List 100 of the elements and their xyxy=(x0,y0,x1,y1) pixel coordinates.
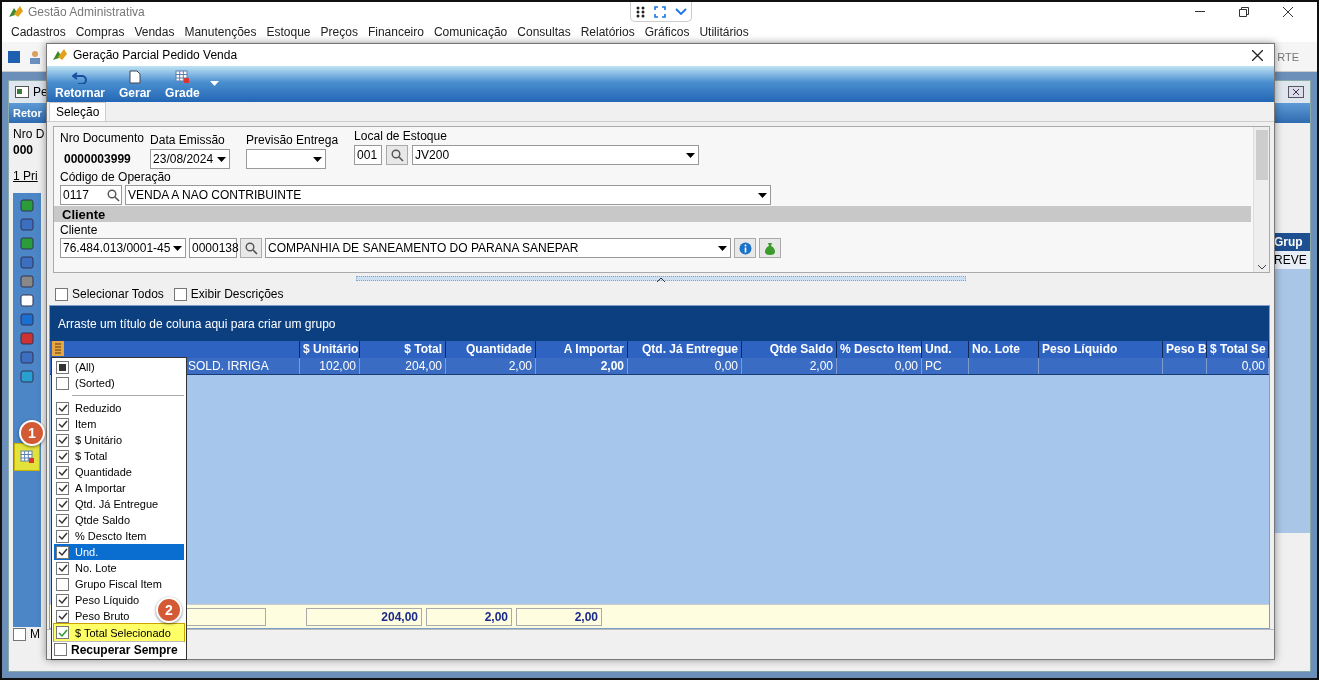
grid-icon[interactable] xyxy=(19,450,35,464)
menu-item[interactable]: % Descto Item xyxy=(54,528,151,545)
caret-up-icon[interactable] xyxy=(656,276,665,282)
checkbox[interactable] xyxy=(56,561,69,575)
checkbox-label: Recuperar Sempre xyxy=(71,642,178,657)
menu-item[interactable]: Quantidade xyxy=(54,464,136,481)
search-button[interactable] xyxy=(386,145,409,165)
menu-item[interactable]: Consultas xyxy=(512,25,576,39)
menu-item[interactable]: Peso Líquido xyxy=(54,592,144,609)
menu-item[interactable]: Qtde Saldo xyxy=(54,512,135,529)
menu-item[interactable]: (All) xyxy=(54,359,99,376)
scrollbar[interactable] xyxy=(1253,127,1269,272)
money-bag-button[interactable] xyxy=(759,238,781,258)
menu-item[interactable]: Comunicação xyxy=(428,25,513,39)
checkbox[interactable] xyxy=(56,609,69,623)
checkbox[interactable] xyxy=(55,287,68,301)
toolbar-icon[interactable] xyxy=(20,294,34,307)
people-icon[interactable] xyxy=(28,49,42,64)
menu-item[interactable]: Preços xyxy=(315,25,363,39)
checkbox[interactable] xyxy=(56,545,69,559)
tab[interactable]: 1 Pri xyxy=(13,169,38,183)
checkbox[interactable] xyxy=(56,481,69,495)
search-button[interactable] xyxy=(240,238,262,258)
close-icon[interactable] xyxy=(1288,86,1304,98)
code-field[interactable]: 0117 xyxy=(60,185,122,205)
toolbar-label[interactable]: Retor xyxy=(13,107,42,119)
table-cell: PC xyxy=(922,358,969,374)
code-field[interactable]: 0000138 xyxy=(189,238,237,258)
checkbox[interactable] xyxy=(56,376,69,390)
menu-item[interactable]: Utilitários xyxy=(694,25,754,39)
grip-icon[interactable] xyxy=(635,5,645,18)
menu-item[interactable]: (Sorted) xyxy=(54,375,119,392)
close-icon[interactable] xyxy=(1283,7,1293,17)
grid-icon[interactable] xyxy=(174,70,190,84)
document-icon xyxy=(129,70,142,84)
document-select[interactable]: 76.484.013/0001-45 xyxy=(60,238,186,258)
menu-item[interactable]: Cadastros xyxy=(6,25,71,39)
menu-item[interactable]: Compras xyxy=(70,25,130,39)
checkbox[interactable] xyxy=(13,627,26,641)
close-icon[interactable] xyxy=(1252,49,1263,61)
checkbox[interactable] xyxy=(56,577,69,591)
menu-item[interactable]: Manutenções xyxy=(179,25,262,39)
menu-item[interactable]: Grupo Fiscal Item xyxy=(54,576,166,593)
column-chooser-button[interactable] xyxy=(14,443,40,471)
checkbox[interactable] xyxy=(56,401,69,415)
document-number: 0000003999 xyxy=(63,151,132,168)
toolbar-button[interactable]: Retornar xyxy=(51,72,109,100)
menu-item[interactable]: A Importar xyxy=(54,480,130,497)
chevron-down-icon[interactable] xyxy=(674,7,687,16)
database-icon[interactable] xyxy=(8,50,20,63)
checkbox[interactable] xyxy=(56,417,69,431)
scroll-down-icon[interactable] xyxy=(1257,265,1266,270)
menu-item[interactable]: $ Unitário xyxy=(54,432,127,449)
field-label: Nro Documento xyxy=(60,131,145,145)
checkbox[interactable] xyxy=(56,465,69,479)
checkbox[interactable] xyxy=(56,626,69,639)
field-label: Cliente xyxy=(59,223,99,237)
menu-item[interactable]: Relatórios xyxy=(575,25,640,39)
menu-item[interactable]: Qtd. Já Entregue xyxy=(54,496,163,513)
table-cell: 102,00 xyxy=(300,358,360,374)
checkbox[interactable] xyxy=(56,497,69,511)
menu-item[interactable]: Gráficos xyxy=(639,25,695,39)
minimize-icon[interactable] xyxy=(1195,11,1205,13)
menu-item[interactable]: Item xyxy=(54,416,101,433)
operation-select[interactable]: VENDA A NAO CONTRIBUINTE xyxy=(125,185,771,205)
field-value: 000 xyxy=(13,143,34,157)
menu-item[interactable]: $ Total xyxy=(54,448,112,465)
date-field[interactable] xyxy=(246,149,327,169)
menu-item[interactable]: Financeiro xyxy=(362,25,429,39)
toolbar-button[interactable]: Gerar xyxy=(115,70,156,100)
checkbox[interactable] xyxy=(56,593,69,607)
restore-icon[interactable] xyxy=(1239,7,1249,17)
checkbox-label: M xyxy=(30,627,40,641)
code-field[interactable]: 001 xyxy=(354,145,383,165)
menu-item[interactable]: Reduzido xyxy=(54,400,126,417)
menu-item[interactable]: Estoque xyxy=(261,25,316,39)
menu-item[interactable]: Vendas xyxy=(129,25,180,39)
info-button[interactable] xyxy=(734,238,756,258)
section-header: Cliente xyxy=(54,206,1251,222)
splitter-handle[interactable] xyxy=(355,275,966,281)
menu-item[interactable]: Und. xyxy=(54,544,184,561)
checkbox[interactable] xyxy=(54,643,67,657)
toolbar-button[interactable]: Grade xyxy=(161,70,204,100)
checkbox[interactable] xyxy=(56,360,69,374)
tab[interactable]: Seleção xyxy=(49,102,107,121)
menu-item[interactable]: No. Lote xyxy=(54,560,121,577)
checkbox[interactable] xyxy=(173,287,187,301)
fullscreen-icon[interactable] xyxy=(653,5,666,18)
date-field[interactable]: 23/08/2024 xyxy=(150,149,231,169)
customer-select[interactable]: COMPANHIA DE SANEAMENTO DO PARANA SANEPAR xyxy=(265,238,731,258)
menu-item[interactable]: $ Total Selecionado xyxy=(54,624,184,641)
search-icon xyxy=(106,188,120,202)
checkbox[interactable] xyxy=(56,513,69,527)
field-label: Código de Operação xyxy=(59,170,172,184)
checkbox[interactable] xyxy=(56,529,69,543)
field-label: Nro D xyxy=(13,127,45,141)
checkbox[interactable] xyxy=(56,449,69,463)
menu-item[interactable]: Peso Bruto xyxy=(54,608,134,625)
stock-location-select[interactable]: JV200 xyxy=(412,145,700,165)
checkbox[interactable] xyxy=(56,433,69,447)
